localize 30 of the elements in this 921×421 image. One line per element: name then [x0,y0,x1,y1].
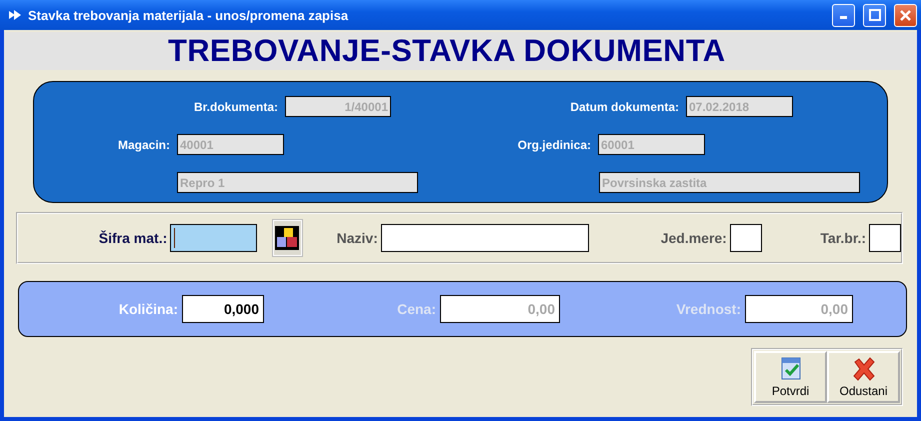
field-label: Jed.mere: [660,230,727,246]
maximize-button[interactable] [863,4,886,26]
app-icon [8,9,22,21]
field-label: Šifra mat.: [98,230,168,246]
checklist-icon [780,356,802,380]
input-field[interactable] [730,224,762,252]
field-label: Naziv: [336,230,378,246]
close-button[interactable] [894,4,917,26]
field-label: Magacin: [118,138,170,152]
field-label: Količina: [118,301,178,317]
minimize-button[interactable] [832,4,855,26]
field-label: Tar.br.: [820,230,866,246]
close-icon [900,10,911,20]
input-field[interactable] [380,224,590,252]
form-heading: TREBOVANJE-STAVKA DOKUMENTA [168,33,726,69]
confirm-button[interactable]: Potvrdi [754,351,827,403]
cancel-button[interactable]: Odustani [827,351,900,403]
lookup-button[interactable] [272,220,302,256]
field-label: Vrednost: [676,301,741,317]
field-label: Cena: [397,301,436,317]
number-field[interactable]: 0,000 [182,295,264,323]
field-label: Org.jedinica: [518,138,591,152]
window-title: Stavka trebovanja materijala - unos/promena zapisa [28,8,350,22]
cubes-icon [275,226,300,250]
field-label: Br.dokumenta: [194,100,278,114]
input-field[interactable] [170,224,257,252]
field-label: Datum dokumenta: [570,100,679,114]
input-field[interactable] [869,224,901,252]
maximize-icon [868,9,880,21]
close-icon [850,356,876,382]
